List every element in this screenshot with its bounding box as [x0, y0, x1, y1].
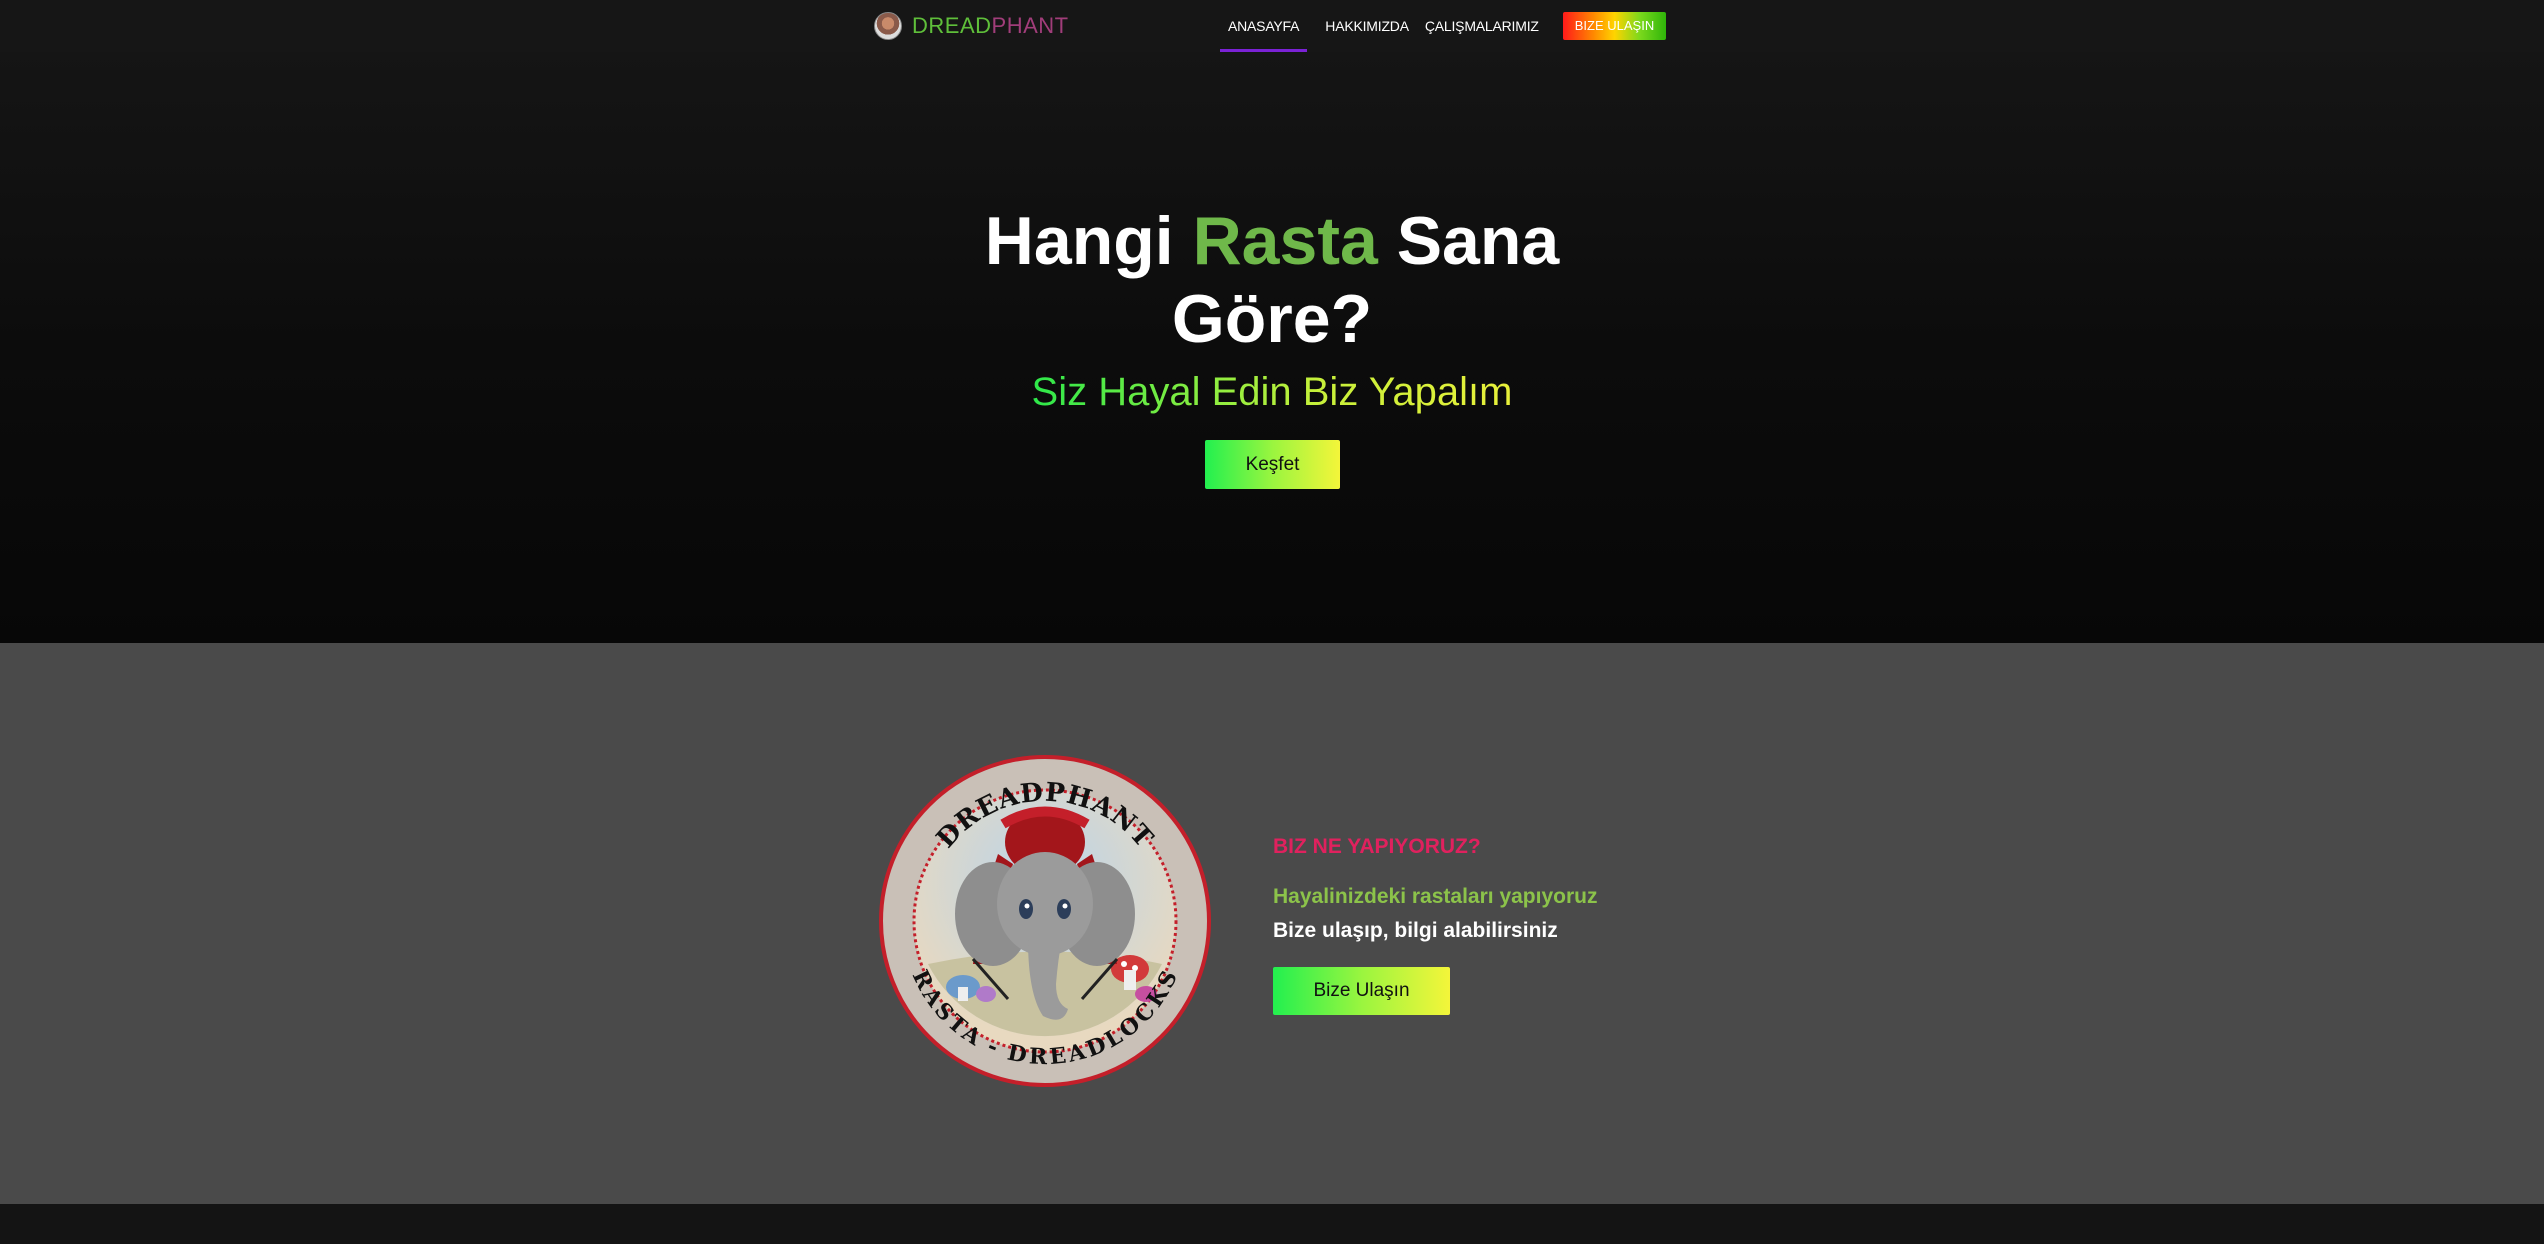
hero-title-accent: Rasta — [1192, 203, 1378, 279]
about-section: DREADPHANT RASTA - DREADLOCKS BIZ NE YAP… — [0, 643, 2544, 1204]
contact-us-button[interactable]: Bize Ulaşın — [1273, 967, 1450, 1015]
about-text-block: BIZ NE YAPIYORUZ? Hayalinizdeki rastalar… — [1273, 835, 1873, 1015]
nav-link-calismalarimiz[interactable]: ÇALIŞMALARIMIZ — [1425, 0, 1539, 52]
nav-link-anasayfa[interactable]: ANASAYFA — [1220, 0, 1308, 52]
nav-links: ANASAYFA HAKKIMIZDA ÇALIŞMALARIMIZ BIZE … — [1220, 0, 1667, 52]
explore-button[interactable]: Keşfet — [1205, 440, 1340, 489]
brand[interactable]: DREADPHANT — [874, 8, 1069, 44]
hero-section: Hangi Rasta Sana Göre? Siz Hayal Edin Biz… — [0, 52, 2544, 643]
about-description: Hayalinizdeki rastaları yapıyoruz — [1273, 885, 1598, 908]
nav-link-hakkimizda[interactable]: HAKKIMIZDA — [1325, 0, 1409, 52]
contact-cta-button[interactable]: BIZE ULAŞIN — [1562, 12, 1667, 40]
brand-name: DREADPHANT — [912, 13, 1069, 38]
about-contact-note: Bize ulaşıp, bilgi alabilirsiniz — [1273, 919, 1558, 942]
hero-title: Hangi Rasta Sana Göre? — [984, 203, 1560, 357]
dreadphant-badge-logo: DREADPHANT RASTA - DREADLOCKS — [879, 755, 1211, 1087]
hero-subtitle: Siz Hayal Edin Biz Yapalım — [1031, 370, 1513, 414]
about-heading: BIZ NE YAPIYORUZ? — [1273, 835, 1481, 858]
navbar: DREADPHANT ANASAYFA HAKKIMIZDA ÇALIŞMALA… — [0, 0, 2544, 52]
footer — [0, 1204, 2544, 1244]
elephant-avatar-icon — [874, 12, 902, 40]
